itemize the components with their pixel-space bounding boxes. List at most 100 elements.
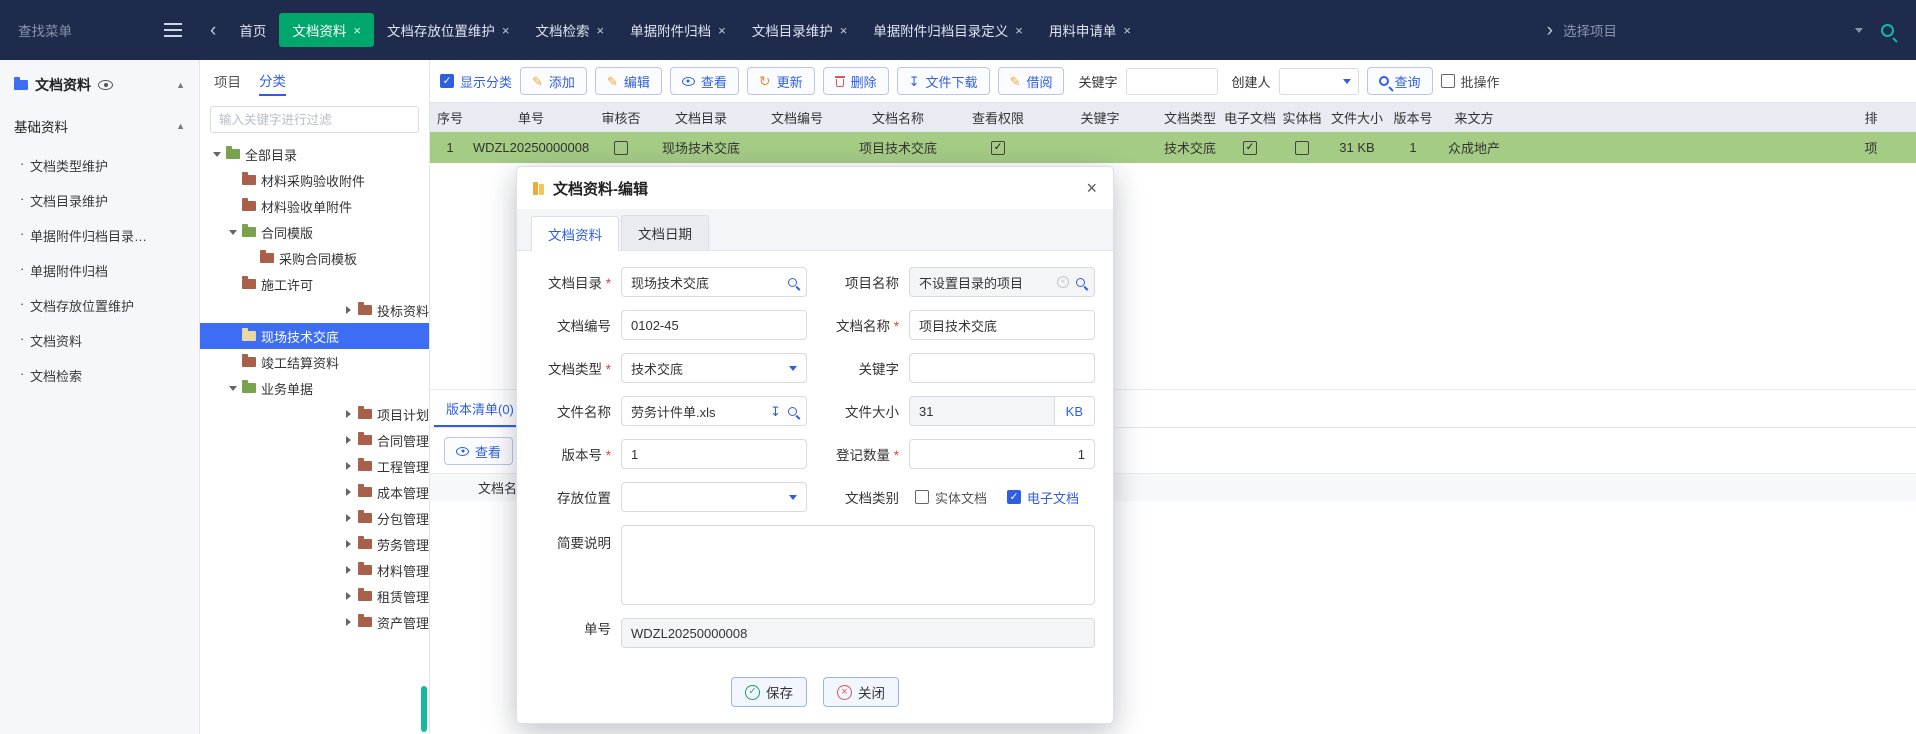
checkbox-icon[interactable] — [1007, 490, 1021, 504]
update-button[interactable]: 更新 — [747, 67, 815, 95]
chevron-right-icon[interactable] — [342, 511, 356, 525]
show-category-checkbox[interactable]: 显示分类 — [440, 72, 512, 91]
tree-node[interactable]: 工程管理 — [200, 453, 429, 479]
tree-node-selected[interactable]: 现场技术交底 — [200, 323, 429, 349]
tree-node[interactable]: 材料采购验收附件 — [200, 167, 429, 193]
register-qty-input[interactable] — [909, 439, 1095, 469]
chevron-down-icon[interactable] — [226, 381, 240, 395]
tree-node[interactable]: 资产管理 — [200, 609, 429, 635]
scrollbar-thumb[interactable] — [421, 686, 427, 732]
download-icon[interactable] — [770, 405, 781, 418]
nav-tab-doc-search[interactable]: 文档检索 — [523, 13, 618, 47]
brief-textarea[interactable] — [621, 525, 1095, 605]
column-header[interactable]: 来文方 — [1438, 108, 1510, 127]
column-header[interactable]: 文档目录 — [650, 108, 752, 127]
sidebar-item-doc-search[interactable]: 文档检索 — [0, 358, 199, 393]
tab-doc-date[interactable]: 文档日期 — [621, 215, 709, 250]
doc-code-input[interactable] — [621, 310, 807, 340]
tree-node[interactable]: 材料验收单附件 — [200, 193, 429, 219]
column-header[interactable]: 关键字 — [1042, 108, 1158, 127]
tree-node[interactable]: 业务单据 — [200, 375, 429, 401]
search-icon[interactable] — [788, 407, 797, 416]
sidebar-item-archive-catalog[interactable]: 单据附件归档目录… — [0, 218, 199, 253]
checkbox-icon[interactable] — [1295, 141, 1309, 155]
close-icon[interactable] — [1086, 179, 1097, 197]
close-icon[interactable] — [718, 24, 726, 37]
sidebar-item-doc-location-maint[interactable]: 文档存放位置维护 — [0, 288, 199, 323]
checkbox-icon[interactable] — [614, 141, 628, 155]
chevron-right-icon[interactable] — [342, 589, 356, 603]
close-icon[interactable] — [1123, 24, 1131, 37]
doc-type-select[interactable]: 技术交底 — [621, 353, 807, 383]
tree-node[interactable]: 合同模版 — [200, 219, 429, 245]
chevron-right-icon[interactable] — [342, 303, 356, 317]
search-icon[interactable] — [1881, 24, 1894, 37]
tab-category[interactable]: 分类 — [259, 70, 286, 96]
table-row-selected[interactable]: 1 WDZL20250000008 现场技术交底 项目技术交底 技术交底 31 … — [430, 132, 1916, 163]
tree-node[interactable]: 劳务管理 — [200, 531, 429, 557]
clear-icon[interactable] — [1057, 276, 1069, 288]
search-icon[interactable] — [788, 278, 797, 287]
checkbox-icon[interactable] — [915, 490, 929, 504]
close-icon[interactable] — [1015, 24, 1023, 37]
tree-node[interactable]: 分包管理 — [200, 505, 429, 531]
column-header[interactable]: 序号 — [430, 108, 470, 127]
column-header[interactable]: 查看权限 — [954, 108, 1042, 127]
sidebar-header[interactable]: 文档资料 — [0, 62, 199, 106]
storage-select[interactable] — [621, 482, 807, 512]
column-header[interactable]: 单号 — [470, 108, 592, 127]
physical-doc-checkbox[interactable]: 实体文档 — [915, 488, 987, 507]
chevron-right-icon[interactable] — [342, 459, 356, 473]
checkbox-icon[interactable] — [1441, 74, 1455, 88]
chevron-right-icon[interactable] — [342, 615, 356, 629]
search-icon[interactable] — [1076, 278, 1085, 287]
tree-node[interactable]: 全部目录 — [200, 141, 429, 167]
column-header[interactable]: 文档类型 — [1158, 108, 1222, 127]
nav-tab-material-request[interactable]: 用料申请单 — [1036, 13, 1144, 47]
tree-node[interactable]: 项目计划 — [200, 401, 429, 427]
project-select[interactable]: 选择项目 — [1563, 20, 1863, 40]
doc-catalog-field[interactable]: 现场技术交底 — [621, 267, 807, 297]
version-input[interactable] — [621, 439, 807, 469]
view-button[interactable]: 查看 — [670, 67, 739, 95]
tree-node[interactable]: 材料管理 — [200, 557, 429, 583]
column-header[interactable]: 排 — [1826, 108, 1916, 127]
tab-version-list[interactable]: 版本清单(0) — [434, 390, 526, 427]
chevron-up-icon[interactable] — [176, 81, 185, 90]
sidebar-item-doc-catalog-maint[interactable]: 文档目录维护 — [0, 183, 199, 218]
sidebar-section-basic[interactable]: 基础资料 — [0, 106, 199, 146]
tree-filter-input[interactable] — [210, 106, 419, 133]
nav-tab-doc-location[interactable]: 文档存放位置维护 — [374, 13, 523, 47]
column-header[interactable]: 文档编号 — [752, 108, 842, 127]
tree-node[interactable]: 合同管理 — [200, 427, 429, 453]
column-header[interactable]: 版本号 — [1388, 108, 1438, 127]
hamburger-menu-icon[interactable] — [164, 29, 182, 31]
project-name-field[interactable]: 不设置目录的项目 — [909, 267, 1095, 297]
chevron-right-icon[interactable] — [342, 537, 356, 551]
chevron-up-icon[interactable] — [176, 122, 185, 131]
add-button[interactable]: 添加 — [520, 67, 587, 95]
close-icon[interactable] — [353, 24, 361, 37]
column-header[interactable]: 文件大小 — [1326, 108, 1388, 127]
checkbox-icon[interactable] — [1243, 141, 1257, 155]
chevron-right-icon[interactable] — [342, 563, 356, 577]
column-header[interactable]: 电子文档 — [1222, 108, 1278, 127]
file-download-button[interactable]: 文件下载 — [897, 67, 990, 95]
delete-button[interactable]: 删除 — [823, 67, 889, 95]
checkbox-icon[interactable] — [440, 74, 454, 88]
save-button[interactable]: 保存 — [731, 677, 807, 707]
chevron-right-icon[interactable] — [342, 433, 356, 447]
keyword-input[interactable] — [1126, 68, 1218, 95]
borrow-button[interactable]: 借阅 — [998, 67, 1065, 95]
edit-button[interactable]: 编辑 — [595, 67, 662, 95]
close-icon[interactable] — [597, 24, 605, 37]
keyword-input[interactable] — [909, 353, 1095, 383]
tree-node[interactable]: 成本管理 — [200, 479, 429, 505]
column-header[interactable]: 审核否 — [592, 108, 650, 127]
close-icon[interactable] — [840, 24, 848, 37]
chevron-right-icon[interactable] — [342, 485, 356, 499]
tree-node[interactable]: 竣工结算资料 — [200, 349, 429, 375]
close-button[interactable]: 关闭 — [823, 677, 899, 707]
tree-node[interactable]: 施工许可 — [200, 271, 429, 297]
checkbox-icon[interactable] — [991, 141, 1005, 155]
